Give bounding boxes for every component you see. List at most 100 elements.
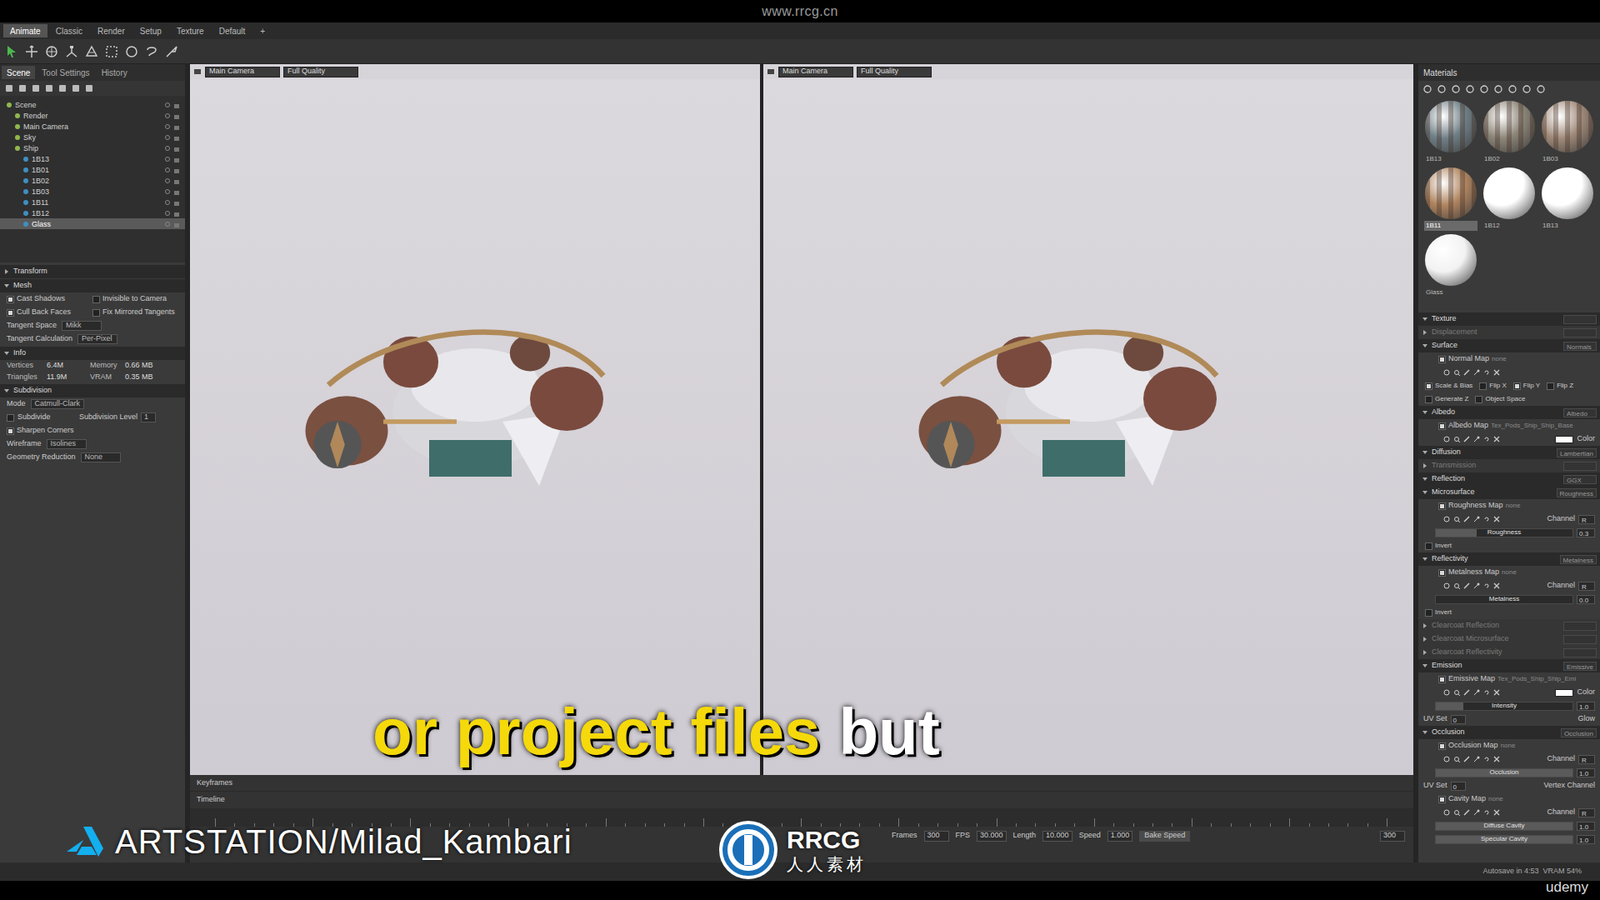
section-dropdown[interactable] xyxy=(1563,328,1597,338)
visibility-icon[interactable] xyxy=(164,166,171,174)
check-item[interactable]: Invisible to Camera xyxy=(92,293,179,305)
section-header[interactable]: ReflectionGGX xyxy=(1418,472,1600,486)
check-item[interactable]: Scale & Bias xyxy=(1425,380,1473,391)
checkbox[interactable] xyxy=(1546,382,1555,390)
section-dropdown[interactable]: Metalness xyxy=(1560,555,1597,565)
menu-tab[interactable]: Default xyxy=(212,24,253,38)
checkbox[interactable] xyxy=(1438,355,1446,364)
browse-icon[interactable] xyxy=(1453,689,1460,696)
tree-label[interactable]: Render xyxy=(23,110,162,121)
select-icon[interactable] xyxy=(5,45,19,59)
expanded-caret-icon[interactable] xyxy=(1421,662,1429,670)
clear-icon[interactable] xyxy=(1443,582,1450,590)
reload-icon[interactable] xyxy=(1483,515,1490,523)
edit-icon[interactable] xyxy=(1463,755,1470,763)
map-value[interactable]: Tex_Pods_Ship_Ship_Base xyxy=(1490,420,1597,431)
rect-select-icon[interactable] xyxy=(105,45,119,59)
tree-row[interactable]: Ship xyxy=(0,142,185,154)
tree-label[interactable]: 1B12 xyxy=(31,208,162,219)
tree-row[interactable]: Glass xyxy=(0,218,185,230)
material-swatch[interactable]: Glass xyxy=(1423,234,1479,298)
slider-track[interactable]: Intensity xyxy=(1435,701,1574,711)
browse-icon[interactable] xyxy=(1453,435,1460,443)
tree-row[interactable]: 1B03 xyxy=(0,185,185,197)
section-dropdown[interactable] xyxy=(1563,621,1597,631)
checkbox[interactable] xyxy=(1425,382,1433,390)
lock-icon[interactable] xyxy=(173,199,180,206)
material-tool-icon[interactable] xyxy=(1437,85,1446,94)
keyframes-label[interactable]: Keyframes xyxy=(196,777,233,790)
tree-row[interactable]: 1B02 xyxy=(0,175,185,186)
swatch-sphere[interactable] xyxy=(1483,100,1535,153)
section-title[interactable]: Surface xyxy=(1431,340,1560,352)
dropdown[interactable]: Mikk xyxy=(61,320,102,331)
check-item[interactable]: Flip Y xyxy=(1513,380,1540,391)
material-tool-icon[interactable] xyxy=(1508,85,1517,94)
section-dropdown[interactable]: Occlusion xyxy=(1560,728,1597,738)
check-label[interactable]: Invisible to Camera xyxy=(102,293,167,305)
checkbox[interactable] xyxy=(6,295,15,304)
render-view[interactable] xyxy=(190,79,760,775)
menu-tab[interactable]: + xyxy=(253,24,272,38)
lock-icon[interactable] xyxy=(173,177,180,185)
map-value[interactable]: none xyxy=(1488,794,1597,805)
collapsed-caret-icon[interactable] xyxy=(1421,635,1429,643)
disabled-section-header[interactable]: Displacement xyxy=(1418,325,1600,340)
visibility-icon[interactable] xyxy=(164,199,171,206)
map-value[interactable]: none xyxy=(1491,354,1597,365)
lock-icon[interactable] xyxy=(173,155,180,163)
section-title[interactable]: Subdivision xyxy=(13,385,52,397)
remove-icon[interactable] xyxy=(1493,689,1500,696)
edit-icon[interactable] xyxy=(1463,515,1470,523)
remove-icon[interactable] xyxy=(1493,515,1500,523)
material-swatch[interactable]: 1B11 xyxy=(1423,167,1479,231)
remove-icon[interactable] xyxy=(1493,755,1500,763)
tree-row[interactable]: 1B11 xyxy=(0,196,185,208)
pick-icon[interactable] xyxy=(1473,515,1480,523)
tree-label[interactable]: Sky xyxy=(23,132,162,143)
scene-tool-icon[interactable] xyxy=(31,84,40,93)
lock-icon[interactable] xyxy=(173,123,180,130)
browse-icon[interactable] xyxy=(1453,582,1460,590)
section-title[interactable]: Transform xyxy=(13,265,48,278)
section-dropdown[interactable] xyxy=(1563,315,1597,325)
check-label[interactable]: Scale & Bias xyxy=(1435,380,1473,391)
control-field[interactable]: 1.000 xyxy=(1107,830,1134,842)
scene-tool-icon[interactable] xyxy=(18,84,27,93)
visibility-icon[interactable] xyxy=(164,145,171,152)
slider-track[interactable]: Specular Cavity xyxy=(1435,835,1574,845)
checkbox[interactable] xyxy=(1438,569,1446,577)
collapsed-caret-icon[interactable] xyxy=(1421,329,1429,336)
section-header[interactable]: EmissionEmissive xyxy=(1418,659,1600,673)
checkbox[interactable] xyxy=(1438,422,1446,430)
section-dropdown[interactable]: Emissive xyxy=(1563,661,1597,671)
reload-icon[interactable] xyxy=(1483,755,1490,763)
section-title[interactable]: Clearcoat Reflection xyxy=(1431,620,1560,632)
map-value[interactable]: Tex_Pods_Ship_Ship_Emi xyxy=(1497,674,1597,685)
collapsed-caret-icon[interactable] xyxy=(1421,622,1429,630)
swatch-label[interactable]: 1B13 xyxy=(1424,154,1478,165)
check-label[interactable]: Flip X xyxy=(1489,380,1506,391)
collapsed-caret-icon[interactable] xyxy=(3,268,10,275)
browse-icon[interactable] xyxy=(1453,369,1460,376)
check-label[interactable]: Object Space xyxy=(1485,394,1525,405)
end-frame-field[interactable]: 300 xyxy=(1380,830,1405,842)
edit-icon[interactable] xyxy=(1463,689,1470,696)
swatch-sphere[interactable] xyxy=(1541,167,1594,220)
menu-tab[interactable]: Render xyxy=(90,24,132,38)
check-label[interactable]: Flip Z xyxy=(1556,380,1574,391)
material-swatch[interactable]: 1B03 xyxy=(1540,100,1595,165)
check-item[interactable]: Invert xyxy=(1425,540,1452,551)
checkbox[interactable] xyxy=(1438,742,1446,750)
viewport-menu-icon[interactable] xyxy=(766,67,775,76)
section-title[interactable]: Diffusion xyxy=(1431,446,1554,459)
panel-tab[interactable]: Scene xyxy=(1,65,35,80)
channel-dropdown[interactable]: R xyxy=(1578,808,1595,818)
dropdown[interactable]: Per-Pixel xyxy=(77,334,118,345)
section-header[interactable]: Transform xyxy=(0,265,185,279)
clear-icon[interactable] xyxy=(1443,755,1450,763)
checkbox[interactable] xyxy=(6,427,15,435)
checkbox[interactable] xyxy=(1513,382,1521,390)
swatch-sphere[interactable] xyxy=(1483,167,1535,220)
paint-icon[interactable] xyxy=(165,45,179,59)
